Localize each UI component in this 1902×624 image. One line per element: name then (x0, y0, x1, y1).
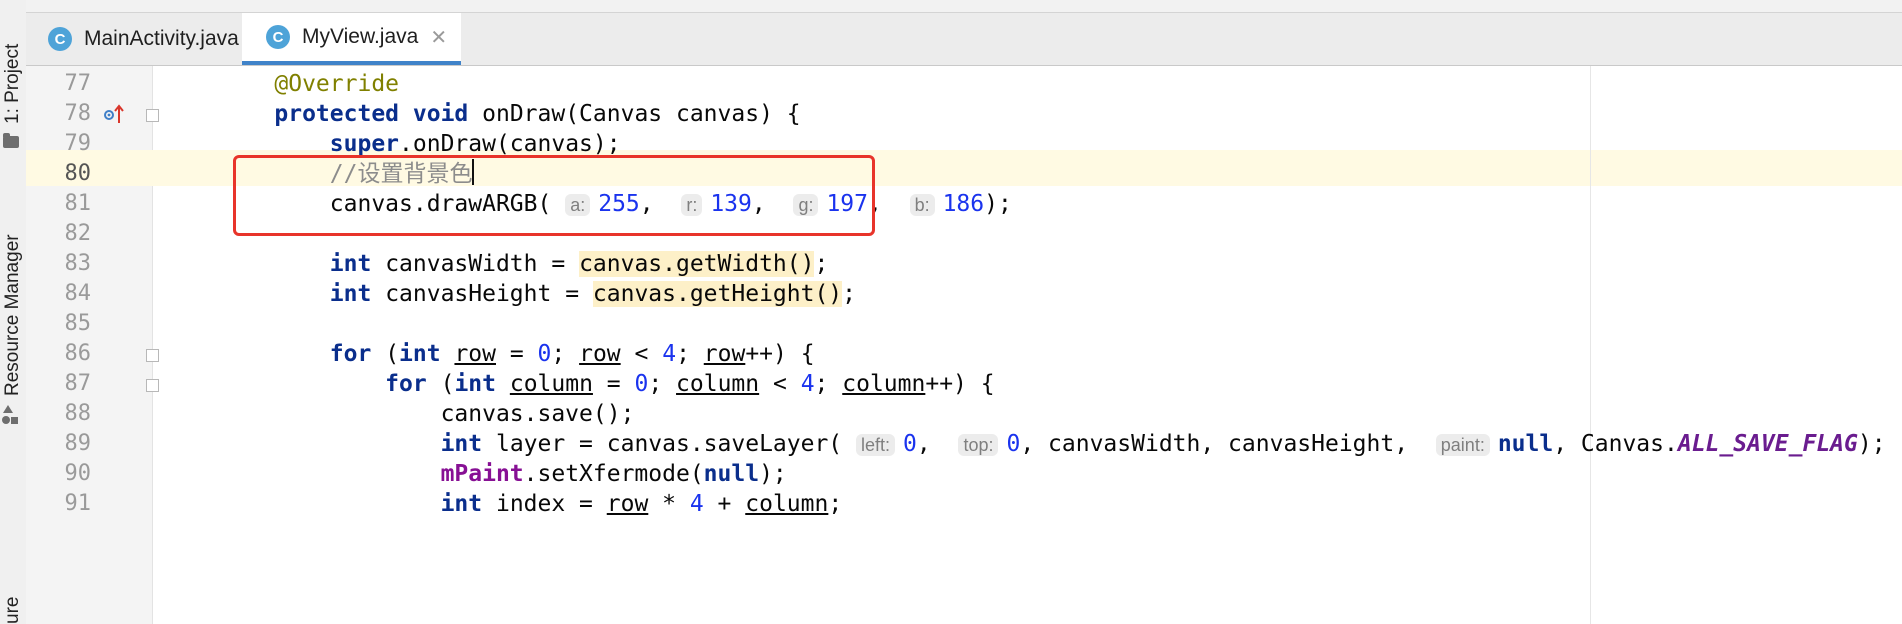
structure-tool-button[interactable]: ure (2, 597, 24, 624)
fold-marker-icon[interactable] (146, 379, 159, 392)
resource-manager-tool-button[interactable]: Resource Manager (2, 234, 24, 396)
close-icon[interactable]: ✕ (430, 25, 447, 50)
code-line-91: int index = row * 4 + column; (440, 491, 843, 517)
fold-marker-icon[interactable] (146, 109, 159, 122)
class-icon: C (48, 27, 72, 51)
class-icon: C (266, 25, 290, 49)
override-method-icon[interactable] (104, 103, 126, 125)
navigation-bar (26, 0, 1902, 13)
tab-mainactivity[interactable]: C MainActivity.java ✕ (48, 13, 268, 65)
fold-marker-icon[interactable] (146, 349, 159, 362)
parameter-hint: b: (909, 194, 935, 216)
resource-manager-icon[interactable] (2, 404, 20, 428)
code-line-84: int canvasHeight = canvas.getHeight(); (329, 281, 857, 307)
project-tool-button[interactable]: 1: Project (2, 44, 24, 124)
code-editor[interactable]: 77 78 79 80 81 82 83 84 85 86 87 88 89 9… (26, 66, 1902, 624)
tool-window-strip: 1: Project Resource Manager ure (0, 0, 27, 624)
parameter-hint: top: (958, 434, 999, 456)
parameter-hint: left: (856, 434, 896, 456)
line-number: 91 (64, 491, 92, 516)
editor-tab-bar: C MainActivity.java ✕ C MyView.java ✕ (26, 13, 1902, 66)
parameter-hint: paint: (1435, 434, 1490, 456)
tab-label: MainActivity.java (84, 27, 239, 50)
tab-myview[interactable]: C MyView.java ✕ (242, 13, 462, 65)
folder-icon[interactable] (3, 133, 19, 148)
highlight-annotation-box (233, 155, 875, 236)
tab-label: MyView.java (302, 25, 419, 48)
right-margin-guide (1590, 66, 1591, 624)
